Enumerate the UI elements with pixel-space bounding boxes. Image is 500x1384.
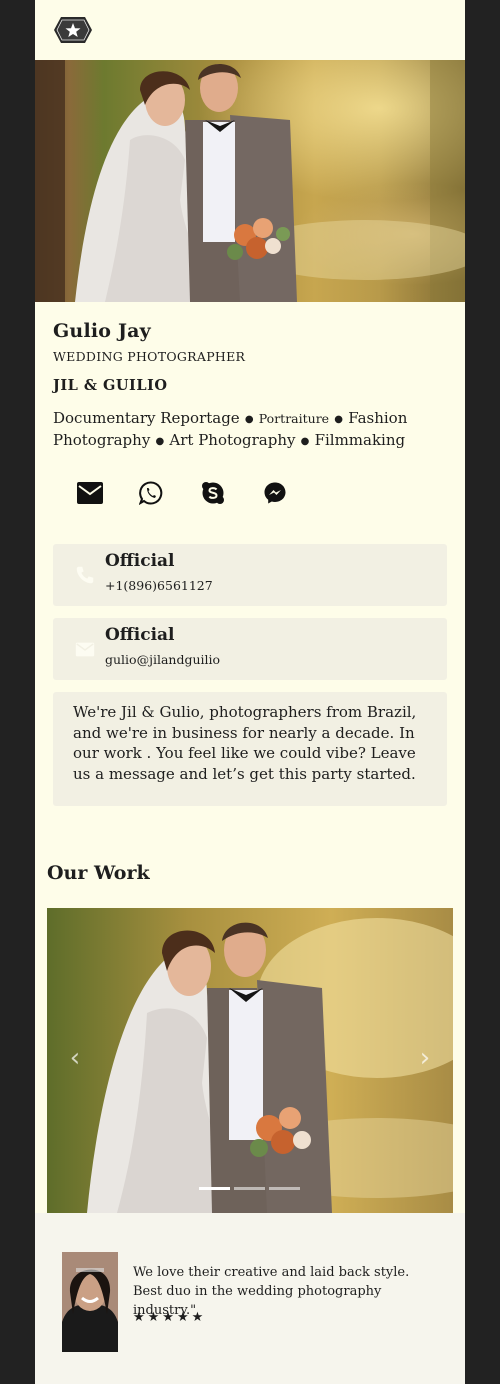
profile-brand: JIL & GUILIO xyxy=(53,377,168,394)
messenger-icon xyxy=(264,482,286,504)
email-link[interactable] xyxy=(77,476,139,510)
profile-role: WEDDING PHOTOGRAPHER xyxy=(53,349,246,364)
gallery-pagination xyxy=(199,1187,300,1190)
avatar xyxy=(62,1252,118,1352)
phone-number: +1(896)6561127 xyxy=(105,578,213,593)
service-item: Portraiture xyxy=(258,411,330,426)
mail-icon xyxy=(75,642,95,657)
service-item: Documentary Reportage xyxy=(53,409,240,427)
profile-info: Gulio Jay WEDDING PHOTOGRAPHER JIL & GUI… xyxy=(35,302,465,510)
whatsapp-link[interactable] xyxy=(139,476,201,510)
email-contact-card[interactable]: Official gulio@jilandguilio xyxy=(53,618,447,680)
star-badge-icon[interactable] xyxy=(53,15,93,45)
messenger-link[interactable] xyxy=(263,476,325,510)
service-item: Art Photography xyxy=(169,431,296,449)
profile-page: Gulio Jay WEDDING PHOTOGRAPHER JIL & GUI… xyxy=(35,0,465,1384)
gallery-dot[interactable] xyxy=(199,1187,230,1190)
about-text: We're Jil & Gulio, photographers from Br… xyxy=(53,692,447,806)
bullet-icon: ● xyxy=(297,436,313,447)
social-links xyxy=(53,476,447,510)
gallery-prev-button[interactable]: ‹ xyxy=(65,1043,85,1073)
contact-title: Official xyxy=(105,551,175,571)
gallery-dot[interactable] xyxy=(234,1187,265,1190)
skype-icon xyxy=(202,482,224,504)
contact-title: Official xyxy=(105,625,175,645)
phone-contact-card[interactable]: Official +1(896)6561127 xyxy=(53,544,447,606)
gallery-dot[interactable] xyxy=(269,1187,300,1190)
service-item: Filmmaking xyxy=(314,431,406,449)
hero-photo xyxy=(35,60,465,302)
email-address: gulio@jilandguilio xyxy=(105,652,221,667)
whatsapp-icon xyxy=(139,481,163,505)
header xyxy=(35,0,465,60)
skype-link[interactable] xyxy=(201,476,263,510)
work-gallery[interactable]: ‹ › xyxy=(47,908,453,1213)
section-title: Our Work xyxy=(47,862,150,884)
email-icon xyxy=(77,482,103,504)
testimonial: We love their creative and laid back sty… xyxy=(35,1213,465,1384)
services-list: Documentary Reportage ● Portraiture ● Fa… xyxy=(53,408,447,452)
bullet-icon: ● xyxy=(331,414,347,425)
phone-icon xyxy=(76,566,94,584)
rating-stars-icon: ★★★★★ xyxy=(133,1310,207,1325)
profile-name: Gulio Jay xyxy=(53,320,151,342)
gallery-next-button[interactable]: › xyxy=(415,1043,435,1073)
bullet-icon: ● xyxy=(152,436,168,447)
bullet-icon: ● xyxy=(241,414,257,425)
